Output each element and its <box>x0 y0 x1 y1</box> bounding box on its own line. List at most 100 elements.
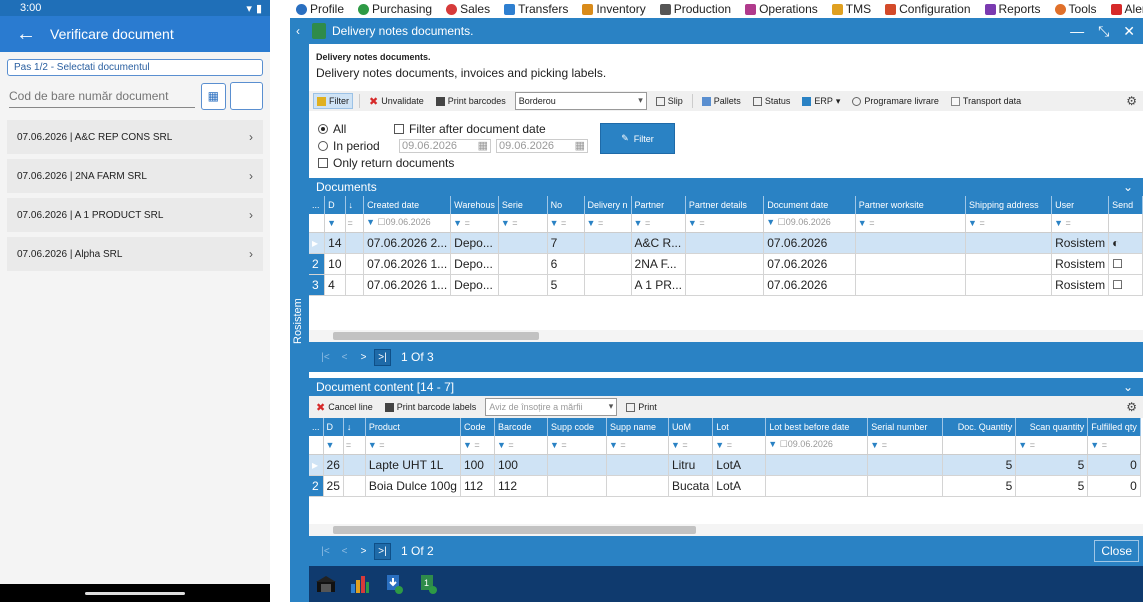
menu-configuration[interactable]: Configuration <box>885 2 971 16</box>
status-button[interactable]: Status <box>750 94 794 108</box>
col-header[interactable]: Serial number <box>867 418 944 436</box>
menu-tools[interactable]: Tools <box>1054 2 1097 16</box>
col-header[interactable]: Doc. Quantity <box>942 418 1017 436</box>
col-header[interactable]: Serie <box>498 196 548 214</box>
report-select[interactable]: Borderou <box>514 92 647 110</box>
document-type-select[interactable]: Aviz de însoțire a mărfii <box>485 398 618 416</box>
filter-cell[interactable]: ▼ ☐09.06.2026 <box>765 436 869 455</box>
filter-cell[interactable]: ▼ ☐09.06.2026 <box>763 214 856 233</box>
chevron-down-icon[interactable]: ⌄ <box>1123 180 1133 194</box>
send-checkbox[interactable]: ☐ <box>1108 253 1143 275</box>
filter-cell[interactable]: ▼ = <box>547 214 585 233</box>
apply-filter-button[interactable]: ✎ Filter <box>600 123 675 154</box>
document-item[interactable]: 07.06.2026 | Alpha SRL › <box>7 237 263 271</box>
close-icon[interactable]: ✕ <box>1123 23 1135 40</box>
horizontal-scrollbar[interactable] <box>309 330 1143 342</box>
filter-cell[interactable]: ▼ ☐09.06.2026 <box>363 214 452 233</box>
send-checkbox[interactable]: ☐ <box>1108 274 1143 296</box>
home-pill[interactable] <box>85 591 185 595</box>
menu-transfers[interactable]: Transfers <box>504 2 568 16</box>
date-to-input[interactable]: 09.06.2026 ▦ <box>496 138 588 153</box>
col-header[interactable]: Lot best before date <box>765 418 869 436</box>
download-doc-icon[interactable] <box>383 573 405 595</box>
horizontal-scrollbar[interactable] <box>309 524 1143 536</box>
pallets-button[interactable]: Pallets <box>699 94 744 108</box>
menu-tms[interactable]: TMS <box>831 2 871 16</box>
filter-cell[interactable]: ▼ = <box>965 214 1053 233</box>
filter-cell[interactable]: ▼ = <box>450 214 499 233</box>
chevron-left-icon[interactable]: ‹ <box>296 24 300 38</box>
col-header[interactable]: D <box>324 196 346 214</box>
prev-page-button[interactable]: < <box>336 349 353 366</box>
settings-gear-icon[interactable]: ⚙ <box>1126 400 1137 414</box>
prev-page-button[interactable]: < <box>336 543 353 560</box>
filter-cell[interactable]: ▼ = <box>668 436 714 455</box>
menu-alerts[interactable]: Alerts <box>1110 2 1143 16</box>
col-header[interactable]: Partner <box>631 196 686 214</box>
filter-cell[interactable]: ▼ = <box>1015 436 1089 455</box>
filter-cell[interactable]: ▼ = <box>547 436 607 455</box>
print-barcodes-button[interactable]: Print barcodes <box>433 94 509 108</box>
menu-operations[interactable]: Operations <box>745 2 818 16</box>
warehouse-icon[interactable] <box>315 573 337 595</box>
send-checkbox[interactable]: ◐ <box>1108 232 1143 254</box>
col-header[interactable]: ... <box>309 418 324 436</box>
close-button[interactable]: Close <box>1094 540 1139 562</box>
col-header[interactable]: Delivery n <box>584 196 632 214</box>
menu-purchasing[interactable]: Purchasing <box>358 2 432 16</box>
filter-cell[interactable]: ▼ = <box>584 214 632 233</box>
col-header[interactable]: Supp code <box>547 418 607 436</box>
table-row[interactable]: 2 10 07.06.2026 1... Depo... 6 2NA F... … <box>309 253 1143 275</box>
filter-cell[interactable]: = <box>343 436 366 455</box>
next-page-button[interactable]: > <box>355 543 372 560</box>
barcode-input[interactable] <box>9 84 195 108</box>
settings-gear-icon[interactable]: ⚙ <box>1126 94 1137 108</box>
col-header[interactable]: D <box>323 418 344 436</box>
col-header[interactable]: Created date <box>363 196 452 214</box>
print-button[interactable]: Print <box>623 400 660 414</box>
col-header[interactable]: Product <box>365 418 461 436</box>
filter-cell[interactable]: ▼ <box>323 436 344 455</box>
filter-cell[interactable]: ▼ = <box>855 214 967 233</box>
table-row[interactable]: ▸ 26 Lapte UHT 1L 100 100 Litru LotA 5 5… <box>309 454 1141 476</box>
restore-icon[interactable]: ⤡ <box>1098 23 1109 40</box>
filter-cell[interactable]: ▼ <box>324 214 346 233</box>
document-item[interactable]: 07.06.2026 | 2NA FARM SRL › <box>7 159 263 193</box>
col-header[interactable]: Lot <box>712 418 767 436</box>
col-header[interactable]: User <box>1051 196 1110 214</box>
filter-cell[interactable]: ▼ = <box>631 214 686 233</box>
menu-inventory[interactable]: Inventory <box>582 2 646 16</box>
content-header[interactable]: Document content [14 - 7] ⌄ <box>309 378 1143 396</box>
col-header[interactable]: Shipping address <box>965 196 1053 214</box>
col-header[interactable]: Fulfilled qty <box>1087 418 1141 436</box>
filter-cell[interactable]: = <box>345 214 365 233</box>
filter-cell[interactable]: ▼ = <box>494 436 548 455</box>
document-item[interactable]: 07.06.2026 | A&C REP CONS SRL › <box>7 120 263 154</box>
calendar-button[interactable]: ▦ <box>201 82 226 110</box>
erp-button[interactable]: ERP ▾ <box>799 94 843 109</box>
documents-header[interactable]: Documents ⌄ <box>309 178 1143 196</box>
col-header[interactable]: Warehous <box>450 196 499 214</box>
only-return-checkbox[interactable] <box>318 157 328 168</box>
col-header[interactable]: Partner details <box>685 196 765 214</box>
table-row[interactable]: 3 4 07.06.2026 1... Depo... 5 A 1 PR... … <box>309 274 1143 296</box>
table-row[interactable]: ▸ 14 07.06.2026 2... Depo... 7 A&C R... … <box>309 232 1143 254</box>
col-header[interactable]: Barcode <box>494 418 548 436</box>
col-header[interactable]: Partner worksite <box>855 196 967 214</box>
programare-button[interactable]: Programare livrare <box>849 94 942 108</box>
first-page-button[interactable]: |< <box>317 349 334 366</box>
filter-cell[interactable]: ▼ = <box>712 436 767 455</box>
col-header[interactable]: Supp name <box>606 418 669 436</box>
menu-reports[interactable]: Reports <box>984 2 1041 16</box>
sort-desc-icon[interactable]: ↓ <box>343 418 366 436</box>
scroll-thumb[interactable] <box>333 332 539 340</box>
next-page-button[interactable]: > <box>355 349 372 366</box>
bar-chart-icon[interactable] <box>349 573 371 595</box>
col-header[interactable]: UoM <box>668 418 714 436</box>
sort-desc-icon[interactable]: ↓ <box>345 196 365 214</box>
filter-cell[interactable]: ▼ = <box>1051 214 1110 233</box>
menu-sales[interactable]: Sales <box>446 2 490 16</box>
scroll-thumb[interactable] <box>333 526 696 534</box>
blank-button[interactable] <box>229 82 263 110</box>
unvalidate-button[interactable]: ✖ Unvalidate <box>366 93 427 110</box>
